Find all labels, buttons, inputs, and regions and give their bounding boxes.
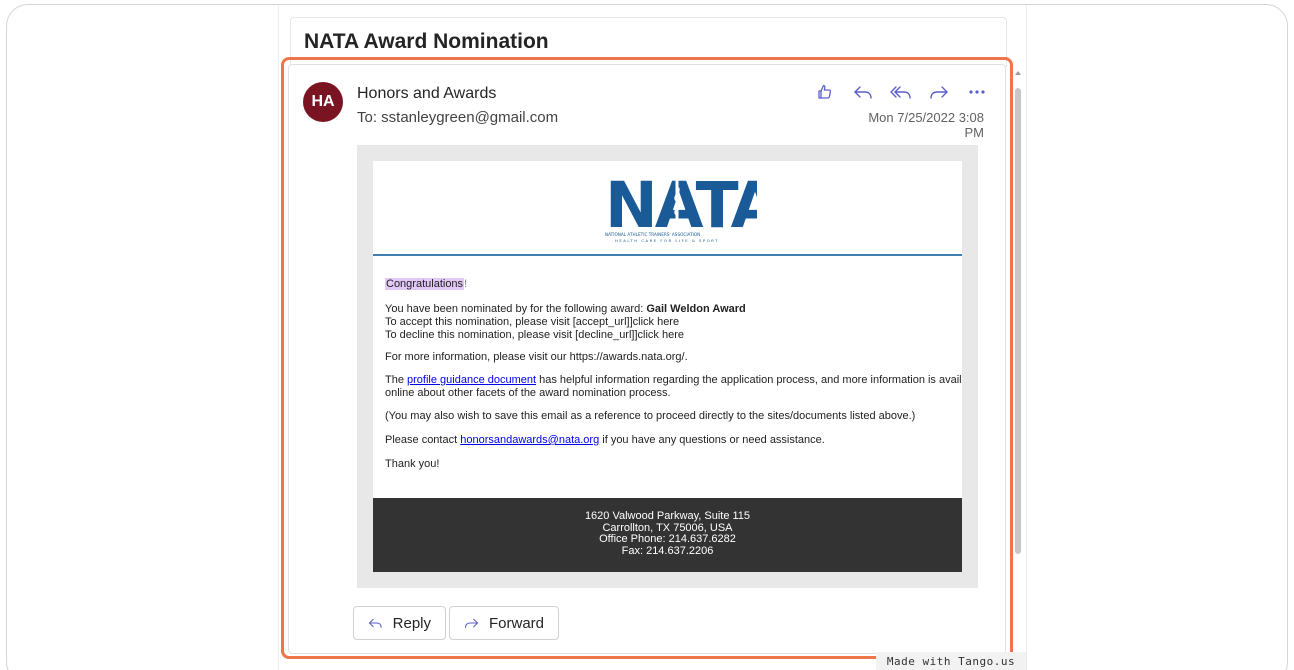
right-pane-divider: [1026, 5, 1027, 670]
avatar[interactable]: HA: [303, 82, 343, 122]
footer-address-1: 1620 Valwood Parkway, Suite 115: [584, 510, 751, 522]
header-rule: [373, 254, 962, 256]
reply-icon[interactable]: [850, 81, 876, 103]
accept-line: To accept this nomination, please visit …: [385, 316, 680, 328]
like-icon[interactable]: [812, 81, 838, 103]
email-subject: NATA Award Nomination: [304, 30, 549, 53]
contact-email-link[interactable]: honorsandawards@nata.org: [460, 434, 599, 446]
nomination-text: You have been nominated by for the follo…: [385, 303, 647, 315]
more-info-line: For more information, please visit our h…: [385, 351, 688, 363]
forward-button-label: Forward: [488, 614, 544, 632]
award-name: Gail Weldon Award: [646, 303, 746, 315]
email-body: NATA NATIONAL ATHLETIC TRAINERS' ASSOCIA…: [373, 161, 962, 572]
reply-button[interactable]: Reply: [353, 606, 446, 640]
save-note: (You may also wish to save this email as…: [385, 410, 916, 422]
profile-prefix: The: [385, 374, 408, 386]
profile-suffix: has helpful information regarding the ap…: [536, 374, 962, 386]
forward-icon[interactable]: [926, 81, 952, 103]
sender-name[interactable]: Honors and Awards: [357, 85, 496, 103]
thank-you: Thank you!: [385, 458, 440, 470]
recipient-line: To: sstanleygreen@gmail.com: [357, 109, 559, 126]
contact-suffix: if you have any questions or need assist…: [599, 434, 825, 446]
reply-button-icon: [368, 618, 382, 628]
more-icon[interactable]: [964, 81, 990, 103]
reply-all-icon[interactable]: [888, 81, 914, 103]
reply-button-label: Reply: [392, 614, 431, 632]
congratulations-text: Congratulations: [385, 278, 465, 290]
forward-button-icon: [464, 618, 479, 629]
scrollbar-thumb[interactable]: [1015, 88, 1021, 554]
nata-logo: NATA NATIONAL ATHLETIC TRAINERS' ASSOCIA…: [605, 169, 783, 243]
scroll-up-arrow-icon[interactable]: [1015, 71, 1021, 75]
svg-text:HEALTH CARE FOR LIFE & SPORT: HEALTH CARE FOR LIFE & SPORT: [615, 238, 719, 243]
footer-phone: Office Phone: 214.637.6282: [599, 533, 736, 545]
message-actions: [812, 80, 990, 104]
tango-watermark: Made with Tango.us: [876, 652, 1026, 670]
footer-fax: Fax: 214.637.2206: [621, 544, 714, 557]
email-footer: 1620 Valwood Parkway, Suite 115 Carrollt…: [373, 498, 962, 572]
forward-button[interactable]: Forward: [449, 606, 559, 640]
profile-line-2: online about other facets of the award n…: [385, 387, 671, 399]
congratulations-bang: !: [464, 278, 468, 290]
decline-line: To decline this nomination, please visit…: [385, 329, 684, 341]
svg-text:NATIONAL ATHLETIC TRAINERS' AS: NATIONAL ATHLETIC TRAINERS' ASSOCIATION: [605, 232, 700, 237]
left-pane-divider: [278, 5, 279, 670]
email-message: Congratulations! You have been nominated…: [385, 278, 962, 471]
received-date: Mon 7/25/2022 3:08 PM: [868, 110, 984, 140]
contact-prefix: Please contact: [385, 434, 461, 446]
profile-guidance-link[interactable]: profile guidance document: [407, 374, 536, 386]
